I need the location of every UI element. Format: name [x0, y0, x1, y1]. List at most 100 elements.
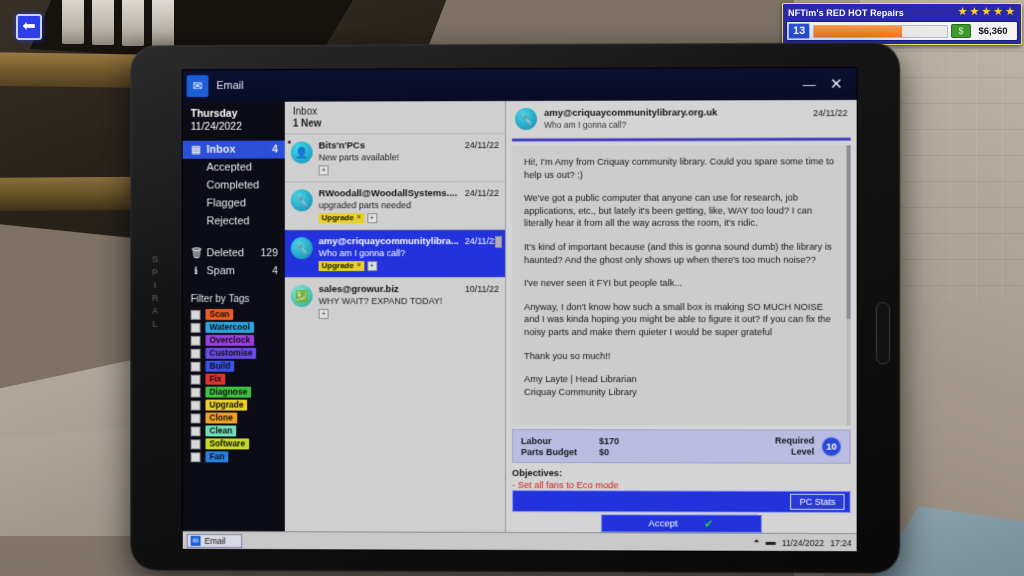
- sidebar-subfolder-completed[interactable]: Completed: [183, 176, 285, 194]
- sidebar-folder-spam[interactable]: ℹSpam4: [183, 262, 285, 280]
- tag-chip-customise[interactable]: Customise: [205, 348, 256, 359]
- tag-checkbox-customise[interactable]: [191, 348, 201, 358]
- folder-list-secondary: 🗑Deleted129ℹSpam4: [183, 244, 285, 280]
- message-tag-upgrade[interactable]: Upgrade×: [319, 213, 364, 223]
- tag-checkbox-watercool[interactable]: [191, 322, 201, 332]
- tag-chip-fix[interactable]: Fix: [205, 374, 225, 385]
- message-tags: +: [319, 165, 499, 175]
- add-tag-icon[interactable]: +: [319, 165, 329, 175]
- sidebar-subfolder-flagged[interactable]: Flagged: [183, 194, 285, 212]
- xp-progress-fill: [814, 26, 902, 37]
- tag-chip-diagnose[interactable]: Diagnose: [205, 387, 251, 398]
- tag-checkbox-diagnose[interactable]: [191, 387, 201, 397]
- tag-filter-row: Diagnose: [191, 387, 279, 398]
- required-line1: Required: [775, 435, 814, 446]
- sidebar-subfolder-rejected[interactable]: Rejected: [183, 212, 285, 230]
- accept-button[interactable]: Accept ✔: [601, 514, 762, 533]
- objectives-title: Objectives:: [512, 468, 851, 479]
- tag-checkbox-software[interactable]: [191, 439, 201, 449]
- tag-checkbox-fan[interactable]: [191, 452, 201, 462]
- tag-chip-software[interactable]: Software: [205, 438, 249, 449]
- player-hud: NFTim's RED HOT Repairs ★★★★★ 13 $ $6,36…: [782, 3, 1022, 45]
- tag-chip-scan[interactable]: Scan: [205, 309, 233, 320]
- message-item-content: RWoodall@WoodallSystems....24/11/22upgra…: [319, 188, 499, 223]
- job-level-requirement: Required Level 10: [775, 435, 842, 457]
- message-list-item[interactable]: 🔧RWoodall@WoodallSystems....24/11/22upgr…: [285, 181, 505, 229]
- add-tag-icon[interactable]: +: [367, 213, 377, 223]
- tag-filter-row: Overclock: [191, 335, 279, 346]
- add-tag-icon[interactable]: +: [367, 261, 377, 271]
- tag-checkbox-overclock[interactable]: [191, 335, 201, 345]
- message-paragraph: Criquay Community Library: [524, 386, 839, 399]
- battery-icon[interactable]: ▬: [766, 537, 776, 548]
- tag-filter-row: Build: [191, 361, 279, 372]
- tag-chip-fan[interactable]: Fan: [205, 451, 228, 462]
- pc-stats-button[interactable]: PC Stats: [791, 494, 845, 510]
- tag-checkbox-upgrade[interactable]: [191, 400, 201, 410]
- message-list-item[interactable]: 💹sales@growur.biz10/11/22WHY WAIT? EXPAN…: [285, 277, 505, 325]
- taskbar-item-email[interactable]: ✉ Email: [187, 533, 243, 547]
- folder-count: 129: [260, 247, 277, 259]
- tag-checkbox-build[interactable]: [191, 361, 201, 371]
- scrollbar-thumb[interactable]: [847, 145, 851, 319]
- tag-filter-row: Clone: [191, 412, 279, 423]
- required-level-label: Required Level: [775, 435, 814, 457]
- minimize-button[interactable]: —: [803, 77, 816, 90]
- subfolder-list: AcceptedCompletedFlaggedRejected: [183, 159, 285, 231]
- current-date-block: Thursday 11/24/2022: [183, 102, 285, 141]
- app-body: Thursday 11/24/2022 ▤Inbox4 AcceptedComp…: [183, 100, 857, 533]
- parts-budget-value: $0: [599, 447, 619, 457]
- tray-date: 11/24/2022: [782, 537, 824, 547]
- tag-filter-row: Fan: [191, 451, 279, 462]
- tag-chip-build[interactable]: Build: [205, 361, 234, 372]
- inbox-icon: ▤: [191, 144, 202, 155]
- tag-checkbox-clone[interactable]: [191, 413, 201, 423]
- tag-chip-overclock[interactable]: Overclock: [205, 335, 254, 346]
- objectives-panel: Objectives: - Set all fans to Eco mode: [512, 468, 851, 491]
- hud-top-row: NFTim's RED HOT Repairs ★★★★★: [786, 6, 1018, 19]
- star-icon: ★: [993, 7, 1003, 18]
- envelope-icon: ✉: [187, 75, 209, 97]
- tag-filter-row: Customise: [191, 348, 279, 359]
- close-button[interactable]: ✕: [830, 76, 843, 91]
- wrench-icon: 🔧: [291, 237, 313, 259]
- taskbar: ✉ Email ◓ ▬ 11/24/2022 17:24: [183, 531, 857, 551]
- job-info-panel: Labour $170 Parts Budget $0 Required Lev…: [512, 429, 851, 464]
- tag-checkbox-scan[interactable]: [191, 309, 201, 319]
- tag-chip-upgrade[interactable]: Upgrade: [205, 400, 247, 411]
- money-bag-icon: $: [951, 24, 971, 38]
- remove-tag-icon[interactable]: ×: [357, 261, 361, 271]
- envelope-icon: ✉: [191, 535, 201, 545]
- folder-label: Spam: [206, 265, 234, 277]
- message-attachment-marker: [495, 236, 502, 248]
- message-list-item[interactable]: 👤Bits'n'PCs24/11/22New parts available!+: [285, 133, 505, 181]
- accept-label: Accept: [649, 518, 678, 529]
- tag-filter-row: Fix: [191, 374, 279, 385]
- add-tag-icon[interactable]: +: [319, 309, 329, 319]
- shop-name: NFTim's RED HOT Repairs: [786, 8, 904, 18]
- tag-chip-watercool[interactable]: Watercool: [205, 322, 253, 333]
- message-tag-upgrade[interactable]: Upgrade×: [319, 261, 364, 271]
- back-arrow-icon[interactable]: ⬅: [16, 14, 42, 40]
- message-list-header: Inbox 1 New: [285, 101, 505, 134]
- message-scrollbar[interactable]: [847, 145, 851, 425]
- sidebar-subfolder-accepted[interactable]: Accepted: [183, 159, 285, 177]
- wifi-icon[interactable]: ◓: [754, 537, 760, 548]
- person-icon: 👤: [291, 142, 313, 164]
- window-controls: — ✕: [803, 76, 857, 91]
- message-sender: sales@growur.biz: [319, 284, 461, 295]
- tablet-side-button[interactable]: [876, 302, 890, 364]
- sidebar-folder-deleted[interactable]: 🗑Deleted129: [183, 244, 285, 262]
- tag-chip-clone[interactable]: Clone: [205, 413, 236, 424]
- hud-bottom-row: 13 $ $6,360: [786, 21, 1018, 41]
- xp-progress-bar: [813, 25, 948, 38]
- tag-checkbox-clean[interactable]: [191, 426, 201, 436]
- sidebar-folder-inbox[interactable]: ▤Inbox4: [183, 141, 285, 159]
- tag-chip-clean[interactable]: Clean: [205, 425, 236, 436]
- remove-tag-icon[interactable]: ×: [357, 213, 361, 223]
- tag-checkbox-fix[interactable]: [191, 374, 201, 384]
- message-list-item[interactable]: 🔧amy@criquaycommunitylibra...24/11/22Who…: [285, 229, 505, 277]
- tablet-device: SPIRAL ✉ Email — ✕ Thursday 11: [130, 42, 900, 573]
- message-paragraph: We've got a public computer that anyone …: [524, 192, 839, 230]
- star-icon: ★: [958, 7, 968, 18]
